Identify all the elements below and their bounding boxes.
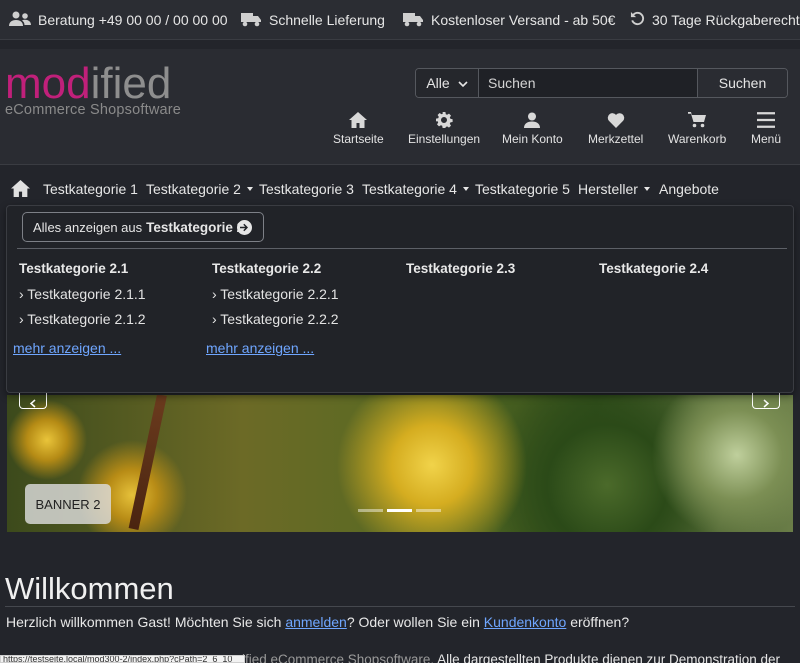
chevron-left-icon [29,399,36,408]
subcategory-heading[interactable]: Testkategorie 2.3 [406,261,515,276]
info-item-label: Schnelle Lieferung [269,12,385,28]
subcategory-link[interactable]: › Testkategorie 2.1.2 [19,311,146,327]
category-item[interactable]: Testkategorie 4 [362,181,469,197]
welcome-text: Herzlich willkommen Gast! Möchten Sie si… [6,614,629,630]
banner-vine-stem [128,395,167,531]
banner-indicators [358,509,441,512]
caret-down-icon [643,187,650,191]
heart-icon [607,113,624,128]
category-label: Testkategorie 1 [43,181,138,197]
info-item-shipping: Kostenloser Versand - ab 50€ [403,0,615,40]
welcome-text-part: Herzlich willkommen Gast! Möchten Sie si… [6,614,286,630]
search-category-select[interactable]: Alle [416,69,479,97]
info-item-label: Beratung +49 00 00 / 00 00 00 [38,12,228,28]
nav-home[interactable]: Startseite [333,112,384,146]
subcategory-link[interactable]: › Testkategorie 2.2.2 [212,311,339,327]
logo[interactable]: modified eCommerce Shopsoftware [5,62,182,119]
category-label: Testkategorie 2 [146,181,241,197]
welcome-text-part: eröffnen? [566,614,630,630]
info-item-returns: 30 Tage Rückgaberecht [630,0,800,40]
subcategory-heading[interactable]: Testkategorie 2.4 [599,261,708,276]
demo-notice-rest: Alle dargestellten Produkte dienen zur D… [434,652,781,663]
caret-down-icon [246,187,253,191]
logo-wordmark-a: mod [5,59,91,108]
category-item[interactable]: Testkategorie 5 [475,181,570,197]
category-item[interactable]: Hersteller [578,181,650,197]
logo-wordmark: modified [5,62,181,106]
user-icon [524,112,541,128]
category-item[interactable]: Testkategorie 3 [259,181,354,197]
logo-tagline: eCommerce Shopsoftware [5,102,182,118]
category-label: Angebote [659,181,719,197]
title-divider [5,606,795,607]
banner-next-arrow[interactable] [752,393,780,409]
home-icon [11,180,30,197]
chevron-right-icon [763,399,770,408]
info-item-label: 30 Tage Rückgaberecht [652,12,800,28]
nav-wishlist[interactable]: Merkzettel [588,112,643,146]
slide-indicator[interactable] [358,509,383,512]
banner-button[interactable]: BANNER 2 [25,484,111,524]
category-label: Testkategorie 4 [362,181,457,197]
nav-cart[interactable]: Warenkorb [668,112,726,146]
undo-icon [630,11,645,29]
category-label: Testkategorie 3 [259,181,354,197]
info-item-consulting: Beratung +49 00 00 / 00 00 00 [9,0,228,40]
arrow-right-circle-icon [237,220,252,235]
subcategory-heading[interactable]: Testkategorie 2.1 [19,261,128,276]
gear-icon [436,112,453,128]
show-all-prefix: Alles anzeigen aus [33,219,143,235]
nav-label: Einstellungen [408,132,481,146]
category-item[interactable]: Testkategorie 1 [43,181,138,197]
category-label: Testkategorie 5 [475,181,570,197]
banner-prev-arrow[interactable] [19,393,47,409]
create-account-link[interactable]: Kundenkonto [484,614,567,630]
home-category-link[interactable] [11,180,30,197]
category-item[interactable]: Testkategorie 2 [146,181,253,197]
slide-indicator-active[interactable] [387,509,412,512]
login-link[interactable]: anmelden [285,614,347,630]
truck-icon [241,11,262,30]
users-icon [9,11,31,30]
slide-indicator[interactable] [416,509,441,512]
subcategory-link[interactable]: › Testkategorie 2.1.1 [19,286,146,302]
show-all-category: Testkategorie 2 [146,219,245,235]
nav-label: Warenkorb [668,132,727,146]
page-title: Willkommen [5,571,174,606]
show-more-link[interactable]: mehr anzeigen ... [13,340,121,356]
welcome-text-part: ? Oder wollen Sie ein [346,614,484,630]
top-info-bar: Beratung +49 00 00 / 00 00 00 Schnelle L… [0,0,800,40]
subcategory-heading[interactable]: Testkategorie 2.2 [212,261,321,276]
info-item-label: Kostenloser Versand - ab 50€ [431,12,616,28]
home-icon [349,112,368,128]
nav-settings[interactable]: Einstellungen [408,112,480,146]
search-form: Alle Suchen [415,68,788,98]
caret-down-icon [462,187,469,191]
logo-wordmark-b: ified [90,59,172,108]
search-category-value: Alle [426,75,450,91]
search-input[interactable] [479,69,697,97]
search-button[interactable]: Suchen [697,69,787,97]
truck-icon [403,11,424,30]
info-item-delivery: Schnelle Lieferung [241,0,385,40]
nav-label: Menü [751,132,782,146]
category-nav: Testkategorie 1 Testkategorie 2 Testkate… [0,176,800,204]
nav-label: Merkzettel [588,132,644,146]
nav-menu[interactable]: Menü [751,112,781,146]
demo-notice-text: ified eCommerce Shopsoftware. Alle darge… [242,652,780,663]
category-label: Hersteller [578,181,638,197]
category-item[interactable]: Angebote [659,181,719,197]
nav-label: Mein Konto [502,132,563,146]
demo-notice-faded: ified eCommerce Shopsoftware. [242,652,435,663]
menu-icon [757,112,776,128]
nav-label: Startseite [333,132,384,146]
browser-status-url: https://testseite.local/mod300-2/index.p… [0,655,245,663]
show-more-link[interactable]: mehr anzeigen ... [206,340,314,356]
dropdown-divider [17,248,787,249]
chevron-down-icon [458,75,468,91]
cart-icon [688,112,707,128]
subcategory-link[interactable]: › Testkategorie 2.2.1 [212,286,339,302]
nav-account[interactable]: Mein Konto [502,112,563,146]
show-all-button[interactable]: Alles anzeigen aus Testkategorie 2 [22,212,264,242]
